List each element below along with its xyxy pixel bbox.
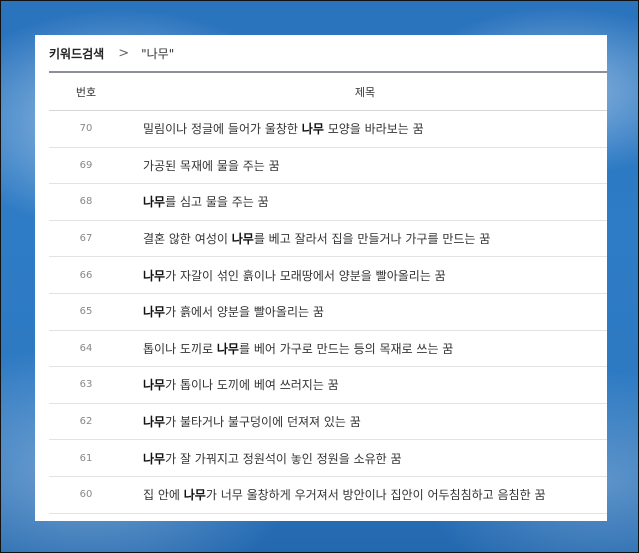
keyword-highlight: 나무 <box>143 378 166 393</box>
breadcrumb: 키워드검색 > "나무" <box>35 35 607 71</box>
table-row[interactable]: 67 결혼 않한 여성이 나무를 베고 잘라서 집을 만들거나 가구를 만드는 … <box>49 221 607 258</box>
row-title-link[interactable]: 나무가 자갈이 섞인 흙이나 모래땅에서 양분을 빨아올리는 꿈 <box>123 267 607 284</box>
row-number: 65 <box>79 306 93 318</box>
row-number: 68 <box>79 196 93 208</box>
title-after: 를 심고 물을 주는 꿈 <box>165 195 269 210</box>
table-row[interactable]: 70 밀림이나 정글에 들어가 울창한 나무 모양을 바라보는 꿈 <box>49 111 607 148</box>
row-title-link[interactable]: 톱이나 도끼로 나무를 베어 가구로 만드는 등의 목재로 쓰는 꿈 <box>123 340 607 357</box>
row-title-link[interactable]: 나무를 심고 물을 주는 꿈 <box>123 193 607 210</box>
title-after: 가 자갈이 섞인 흙이나 모래땅에서 양분을 빨아올리는 꿈 <box>165 268 446 283</box>
title-after: 가 톱이나 도끼에 베여 쓰러지는 꿈 <box>165 378 339 393</box>
row-number: 69 <box>79 159 93 171</box>
table-row[interactable]: 61 나무가 잘 가꿔지고 정원석이 놓인 정원을 소유한 꿈 <box>49 440 607 477</box>
row-number: 60 <box>79 489 93 501</box>
title-before: 밀림이나 정글에 들어가 울창한 <box>143 122 302 137</box>
table-row[interactable]: 63 나무가 톱이나 도끼에 베여 쓰러지는 꿈 <box>49 367 607 404</box>
row-number: 64 <box>79 342 93 354</box>
row-number: 67 <box>79 233 93 245</box>
row-number: 62 <box>79 416 93 428</box>
table-row[interactable]: 62 나무가 불타거나 불구덩이에 던져져 있는 꿈 <box>49 404 607 441</box>
table-row[interactable]: 65 나무가 흙에서 양분을 빨아올리는 꿈 <box>49 294 607 331</box>
table-row[interactable]: 64 톱이나 도끼로 나무를 베어 가구로 만드는 등의 목재로 쓰는 꿈 <box>49 331 607 368</box>
search-results-panel: 키워드검색 > "나무" 번호 제목 70 밀림이나 정글에 들어가 울창한 나… <box>35 35 607 521</box>
title-after: 를 베고 잘라서 집을 만들거나 가구를 만드는 꿈 <box>253 232 491 247</box>
row-title-link[interactable]: 집 안에 나무가 너무 울창하게 우거져서 방안이나 집안이 어두침침하고 음침… <box>123 486 607 503</box>
row-title-link[interactable]: 나무가 톱이나 도끼에 베여 쓰러지는 꿈 <box>123 376 607 393</box>
row-title-link[interactable]: 가공된 목재에 물을 주는 꿈 <box>123 157 607 174</box>
title-after: 가 잘 가꿔지고 정원석이 놓인 정원을 소유한 꿈 <box>165 451 402 466</box>
results-table: 번호 제목 70 밀림이나 정글에 들어가 울창한 나무 모양을 바라보는 꿈 … <box>49 71 607 514</box>
title-before: 결혼 않한 여성이 <box>143 232 232 247</box>
title-after: 가 흙에서 양분을 빨아올리는 꿈 <box>165 305 324 320</box>
header-number: 번호 <box>75 85 97 99</box>
title-before: 집 안에 <box>143 488 184 503</box>
keyword-highlight: 나무 <box>216 341 239 356</box>
row-title-link[interactable]: 나무가 흙에서 양분을 빨아올리는 꿈 <box>123 303 607 320</box>
keyword-highlight: 나무 <box>231 232 254 247</box>
title-after: 가 불타거나 불구덩이에 던져져 있는 꿈 <box>165 415 361 430</box>
desktop-background: 키워드검색 > "나무" 번호 제목 70 밀림이나 정글에 들어가 울창한 나… <box>0 0 639 553</box>
title-after: 모양을 바라보는 꿈 <box>323 122 424 137</box>
keyword-highlight: 나무 <box>143 268 166 283</box>
keyword-highlight: 나무 <box>143 305 166 320</box>
table-row[interactable]: 60 집 안에 나무가 너무 울창하게 우거져서 방안이나 집안이 어두침침하고… <box>49 477 607 514</box>
keyword-highlight: 나무 <box>183 488 206 503</box>
row-title-link[interactable]: 밀림이나 정글에 들어가 울창한 나무 모양을 바라보는 꿈 <box>123 120 607 137</box>
title-before: 가공된 목재에 물을 주는 꿈 <box>143 158 280 173</box>
row-number: 66 <box>79 269 93 281</box>
table-header: 번호 제목 <box>49 73 607 111</box>
title-after: 를 베어 가구로 만드는 등의 목재로 쓰는 꿈 <box>238 341 454 356</box>
table-row[interactable]: 66 나무가 자갈이 섞인 흙이나 모래땅에서 양분을 빨아올리는 꿈 <box>49 257 607 294</box>
breadcrumb-root[interactable]: 키워드검색 <box>49 45 104 62</box>
breadcrumb-current: "나무" <box>141 46 175 61</box>
row-number: 70 <box>79 123 93 135</box>
keyword-highlight: 나무 <box>143 451 166 466</box>
keyword-highlight: 나무 <box>143 415 166 430</box>
breadcrumb-separator: > <box>118 45 130 61</box>
header-title: 제목 <box>354 85 376 99</box>
row-title-link[interactable]: 나무가 잘 가꿔지고 정원석이 놓인 정원을 소유한 꿈 <box>123 450 607 467</box>
row-title-link[interactable]: 결혼 않한 여성이 나무를 베고 잘라서 집을 만들거나 가구를 만드는 꿈 <box>123 230 607 247</box>
keyword-highlight: 나무 <box>143 195 166 210</box>
title-after: 가 너무 울창하게 우거져서 방안이나 집안이 어두침침하고 음침한 꿈 <box>205 488 546 503</box>
table-row[interactable]: 69 가공된 목재에 물을 주는 꿈 <box>49 148 607 185</box>
keyword-highlight: 나무 <box>301 122 324 137</box>
row-title-link[interactable]: 나무가 불타거나 불구덩이에 던져져 있는 꿈 <box>123 413 607 430</box>
row-number: 63 <box>79 379 93 391</box>
table-row[interactable]: 68 나무를 심고 물을 주는 꿈 <box>49 184 607 221</box>
row-number: 61 <box>79 452 93 464</box>
title-before: 톱이나 도끼로 <box>143 341 217 356</box>
